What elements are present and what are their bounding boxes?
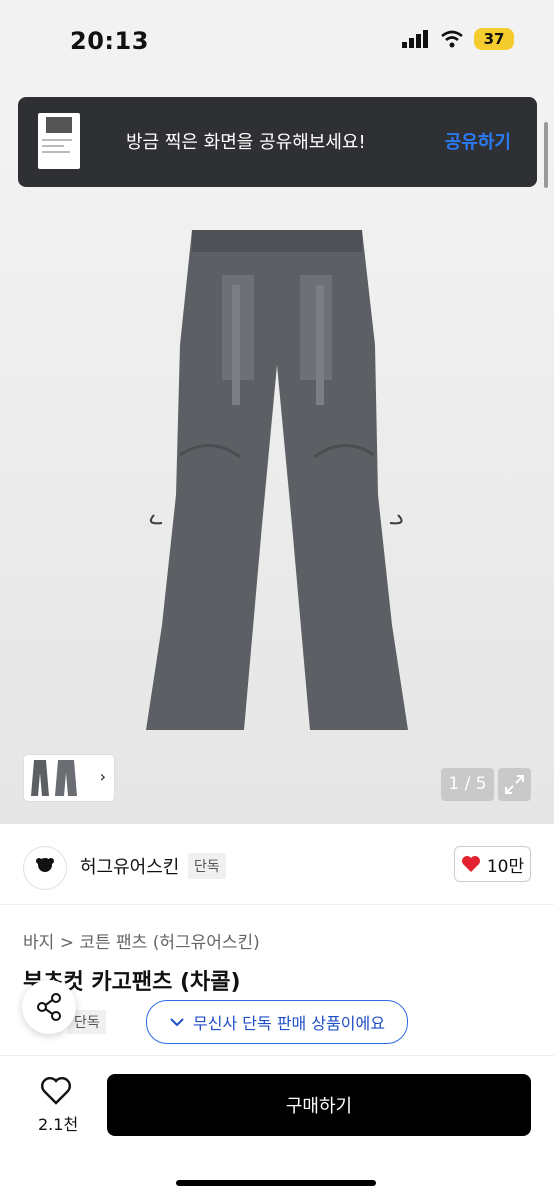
exclusive-badge: 단독: [188, 853, 226, 879]
toast-message: 방금 찍은 화면을 공유해보세요!: [126, 132, 366, 153]
breadcrumb-item[interactable]: 코튼 팬츠 (허그유어스킨): [79, 933, 259, 953]
signal-icon: [402, 30, 428, 48]
chevron-right-icon[interactable]: ›: [100, 767, 106, 786]
exclusive-notice-pill[interactable]: 무신사 단독 판매 상품이에요: [146, 1000, 408, 1044]
brand-row[interactable]: 허그유어스킨 단독 10만: [0, 826, 554, 902]
status-time: 20:13: [70, 27, 149, 55]
battery-indicator: 37: [474, 28, 514, 50]
expand-icon: [505, 775, 524, 794]
chevron-right-icon: >: [59, 933, 80, 953]
exclusive-notice-text: 무신사 단독 판매 상품이에요: [193, 1014, 385, 1033]
product-image-pants[interactable]: [140, 225, 414, 735]
image-counter: 1 / 5: [441, 768, 494, 801]
home-indicator[interactable]: [176, 1180, 376, 1186]
brand-name[interactable]: 허그유어스킨: [80, 853, 179, 879]
share-icon: [37, 993, 61, 1021]
thumbnail-image[interactable]: [54, 759, 78, 797]
wishlist-count: 2.1천: [38, 1115, 79, 1134]
expand-button[interactable]: [498, 768, 531, 801]
share-button[interactable]: 공유하기: [445, 128, 511, 154]
share-fab[interactable]: [22, 980, 76, 1034]
screenshot-thumbnail: [38, 113, 80, 169]
brand-logo[interactable]: [23, 846, 67, 890]
brand-logo-icon: [36, 858, 54, 872]
brand-like-count: 10만: [486, 856, 525, 877]
buy-button[interactable]: 구매하기: [107, 1074, 531, 1136]
scroll-indicator: [544, 122, 548, 188]
wifi-icon: [441, 30, 463, 48]
status-bar: 20:13 37: [0, 0, 554, 86]
breadcrumb[interactable]: 바지 > 코튼 팬츠 (허그유어스킨): [23, 928, 260, 953]
heart-icon: [461, 856, 480, 872]
breadcrumb-item[interactable]: 바지: [23, 933, 54, 953]
heart-outline-icon[interactable]: [40, 1076, 72, 1106]
chevron-down-icon: [170, 1018, 184, 1027]
share-screenshot-toast[interactable]: 방금 찍은 화면을 공유해보세요! 공유하기: [18, 97, 537, 187]
thumbnail-image[interactable]: [30, 759, 50, 797]
status-icons: 37: [402, 28, 514, 50]
brand-like-button[interactable]: 10만: [454, 846, 531, 882]
divider: [0, 904, 554, 905]
thumbnail-strip[interactable]: ›: [24, 755, 114, 801]
